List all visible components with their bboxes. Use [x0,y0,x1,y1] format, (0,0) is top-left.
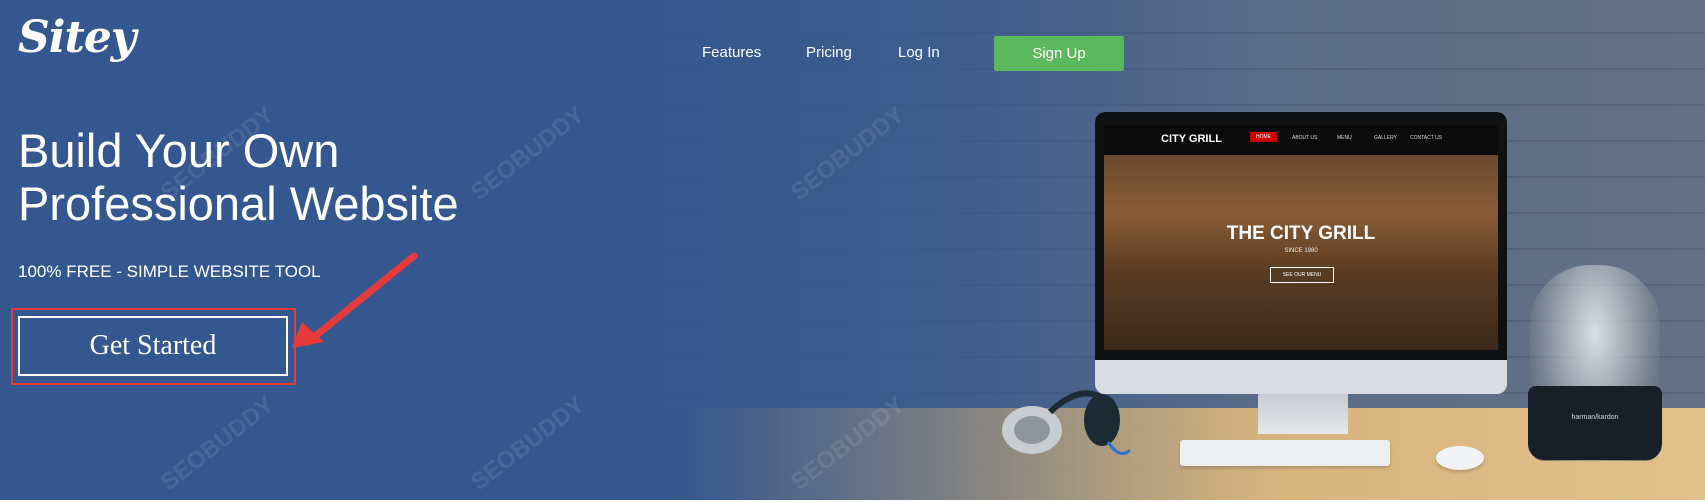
speaker-brand-label: harman/kardon [1571,414,1619,421]
mockup-restaurant-image: THE CITY GRILL SINCE 1980 SEE OUR MENU [1104,155,1498,350]
get-started-button[interactable]: Get Started [18,316,288,376]
annotation-arrow-icon [292,252,418,348]
watermark: SEOBUDDY [785,101,910,207]
mockup-nav-home: HOME [1250,132,1277,142]
mockup-site-logo: CITY GRILL [1161,133,1222,145]
hero-headline-line2: Professional Website [18,177,459,230]
monitor-stand [1258,394,1348,434]
nav-features-link[interactable]: Features [702,44,761,61]
mouse-image [1436,446,1484,470]
speaker-base [1528,386,1662,460]
nav-login-link[interactable]: Log In [898,44,940,61]
sitey-logo[interactable]: Sitey [18,12,136,63]
mockup-hero-button: SEE OUR MENU [1270,267,1334,283]
watermark: SEOBUDDY [465,101,590,207]
mockup-nav-contact: CONTACT US [1410,135,1443,141]
hero-section: SEOBUDDY SEOBUDDY SEOBUDDY SEOBUDDY SEOB… [0,0,1705,500]
mockup-hero-title: THE CITY GRILL [1226,223,1376,244]
mockup-nav-about: ABOUT US [1292,135,1318,141]
nav-pricing-link[interactable]: Pricing [806,44,852,61]
mockup-hero-subtitle: SINCE 1980 [1284,248,1318,254]
monitor-screen: CITY GRILL HOME ABOUT US MENU GALLERY CO… [1104,125,1498,350]
keyboard-image [1180,440,1390,466]
mockup-site-nav: CITY GRILL HOME ABOUT US MENU GALLERY CO… [1104,125,1498,155]
hero-subheadline: 100% FREE - SIMPLE WEBSITE TOOL [18,262,321,281]
headphones-icon [1002,390,1130,456]
hero-headline: Build Your Own Professional Website [18,124,459,230]
mockup-nav-gallery: GALLERY [1374,135,1397,141]
mockup-nav-menu: MENU [1337,135,1352,141]
signup-button[interactable]: Sign Up [994,36,1124,71]
hero-headline-line1: Build Your Own [18,124,340,177]
